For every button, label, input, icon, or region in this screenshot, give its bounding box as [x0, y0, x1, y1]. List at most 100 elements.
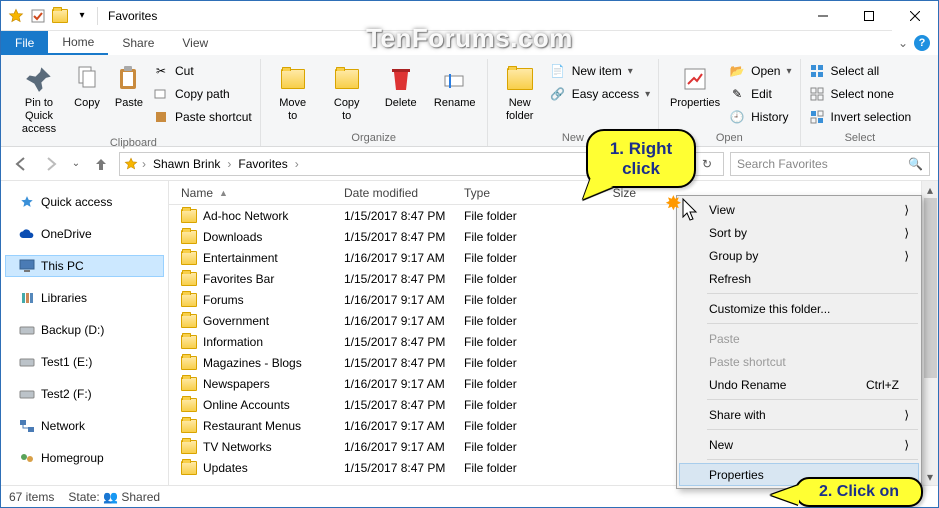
file-date: 1/15/2017 8:47 PM — [344, 398, 464, 412]
file-type: File folder — [464, 440, 584, 454]
minimize-button[interactable] — [800, 1, 846, 31]
copy-path-button[interactable]: Copy path — [153, 84, 252, 104]
file-name: Favorites Bar — [203, 272, 274, 286]
new-folder-button[interactable]: New folder — [496, 59, 544, 123]
select-none-button[interactable]: Select none — [809, 84, 912, 104]
tree-this-pc[interactable]: This PC — [5, 255, 164, 277]
drive-icon — [19, 354, 35, 370]
tree-backup[interactable]: Backup (D:) — [5, 319, 164, 341]
delete-button[interactable]: Delete — [377, 59, 425, 110]
file-name: Restaurant Menus — [203, 419, 301, 433]
tree-libraries[interactable]: Libraries — [5, 287, 164, 309]
back-button[interactable] — [9, 152, 33, 176]
edit-button[interactable]: ✎Edit — [729, 84, 791, 104]
vertical-scrollbar[interactable]: ▴ ▾ — [921, 181, 938, 485]
tab-share[interactable]: Share — [108, 31, 168, 55]
tree-quick-access[interactable]: Quick access — [5, 191, 164, 213]
recent-dropdown[interactable]: ⌄ — [69, 152, 83, 176]
collapse-ribbon-icon[interactable]: ⌄ — [898, 36, 908, 50]
tree-test1[interactable]: Test1 (E:) — [5, 351, 164, 373]
col-type[interactable]: Type — [464, 186, 584, 200]
window-title: Favorites — [108, 9, 157, 23]
cut-button[interactable]: ✂Cut — [153, 61, 252, 81]
file-name: Downloads — [203, 230, 262, 244]
pin-to-quick-access-button[interactable]: Pin to Quick access — [15, 59, 63, 137]
checkbox-icon[interactable] — [29, 7, 47, 25]
separator: › — [227, 157, 231, 171]
col-name[interactable]: Name▲ — [169, 186, 344, 200]
history-button[interactable]: 🕘History — [729, 107, 791, 127]
history-icon: 🕘 — [729, 109, 745, 125]
cm-share-with[interactable]: Share with⟩ — [679, 403, 919, 426]
tab-file[interactable]: File — [1, 31, 48, 55]
select-all-button[interactable]: Select all — [809, 61, 912, 81]
scroll-down-icon[interactable]: ▾ — [922, 468, 938, 485]
tree-test2[interactable]: Test2 (F:) — [5, 383, 164, 405]
forward-button[interactable] — [39, 152, 63, 176]
file-type: File folder — [464, 356, 584, 370]
tree-onedrive[interactable]: OneDrive — [5, 223, 164, 245]
rename-button[interactable]: Rename — [431, 59, 479, 110]
file-date: 1/16/2017 9:17 AM — [344, 251, 464, 265]
tab-home[interactable]: Home — [48, 31, 108, 55]
paste-shortcut-button[interactable]: Paste shortcut — [153, 107, 252, 127]
tab-view[interactable]: View — [168, 31, 222, 55]
search-input[interactable]: Search Favorites 🔍 — [730, 152, 930, 176]
scroll-thumb[interactable] — [924, 198, 937, 378]
pin-icon — [23, 63, 55, 95]
col-date[interactable]: Date modified — [344, 186, 464, 200]
copy-to-button[interactable]: Copy to — [323, 59, 371, 123]
folder-icon — [181, 377, 197, 391]
file-date: 1/16/2017 9:17 AM — [344, 314, 464, 328]
separator: › — [142, 157, 146, 171]
cm-undo-rename[interactable]: Undo RenameCtrl+Z — [679, 373, 919, 396]
easyaccess-icon: 🔗 — [550, 86, 566, 102]
tree-network[interactable]: Network — [5, 415, 164, 437]
maximize-button[interactable] — [846, 1, 892, 31]
chevron-right-icon: ⟩ — [904, 438, 909, 452]
folder-icon — [181, 293, 197, 307]
qat-more-icon[interactable]: ▾ — [73, 7, 91, 25]
file-date: 1/15/2017 8:47 PM — [344, 230, 464, 244]
folder-icon — [181, 419, 197, 433]
edit-icon: ✎ — [729, 86, 745, 102]
cm-new[interactable]: New⟩ — [679, 433, 919, 456]
file-type: File folder — [464, 461, 584, 475]
cm-view[interactable]: View⟩ — [679, 198, 919, 221]
chevron-right-icon: ⟩ — [904, 408, 909, 422]
help-icon[interactable]: ? — [914, 35, 930, 51]
separator — [707, 323, 918, 324]
sort-asc-icon: ▲ — [219, 188, 228, 198]
tree-homegroup[interactable]: Homegroup — [5, 447, 164, 469]
homegroup-icon — [19, 450, 35, 466]
cm-sortby[interactable]: Sort by⟩ — [679, 221, 919, 244]
new-item-button[interactable]: 📄New item ▾ — [550, 61, 650, 81]
easy-access-button[interactable]: 🔗Easy access ▾ — [550, 84, 650, 104]
separator — [707, 293, 918, 294]
cm-groupby[interactable]: Group by⟩ — [679, 244, 919, 267]
close-button[interactable] — [892, 1, 938, 31]
file-name: Newspapers — [203, 377, 270, 391]
cm-refresh[interactable]: Refresh — [679, 267, 919, 290]
separator: › — [295, 157, 299, 171]
folder-icon — [181, 209, 197, 223]
folder-icon — [181, 335, 197, 349]
refresh-icon[interactable]: ↻ — [695, 157, 719, 171]
ribbon-tabs: File Home Share View ⌄ ? — [1, 31, 938, 55]
breadcrumb-item[interactable]: Shawn Brink — [150, 157, 223, 171]
open-button[interactable]: 📂Open ▾ — [729, 61, 791, 81]
click-spark-icon: ✸ — [665, 191, 682, 216]
properties-button[interactable]: Properties — [667, 59, 723, 110]
copy-button[interactable]: Copy — [69, 59, 105, 110]
folder-icon — [181, 272, 197, 286]
ribbon-group-clipboard: Pin to Quick access Copy Paste ✂Cut Copy… — [7, 59, 261, 146]
invert-selection-button[interactable]: Invert selection — [809, 107, 912, 127]
paste-button[interactable]: Paste — [111, 59, 147, 110]
move-to-button[interactable]: Move to — [269, 59, 317, 123]
cm-customize[interactable]: Customize this folder... — [679, 297, 919, 320]
scroll-up-icon[interactable]: ▴ — [922, 181, 938, 198]
up-button[interactable] — [89, 152, 113, 176]
cloud-icon — [19, 226, 35, 242]
ribbon-group-organize: Move to Copy to Delete Rename Organize — [261, 59, 488, 146]
breadcrumb-item[interactable]: Favorites — [235, 157, 290, 171]
